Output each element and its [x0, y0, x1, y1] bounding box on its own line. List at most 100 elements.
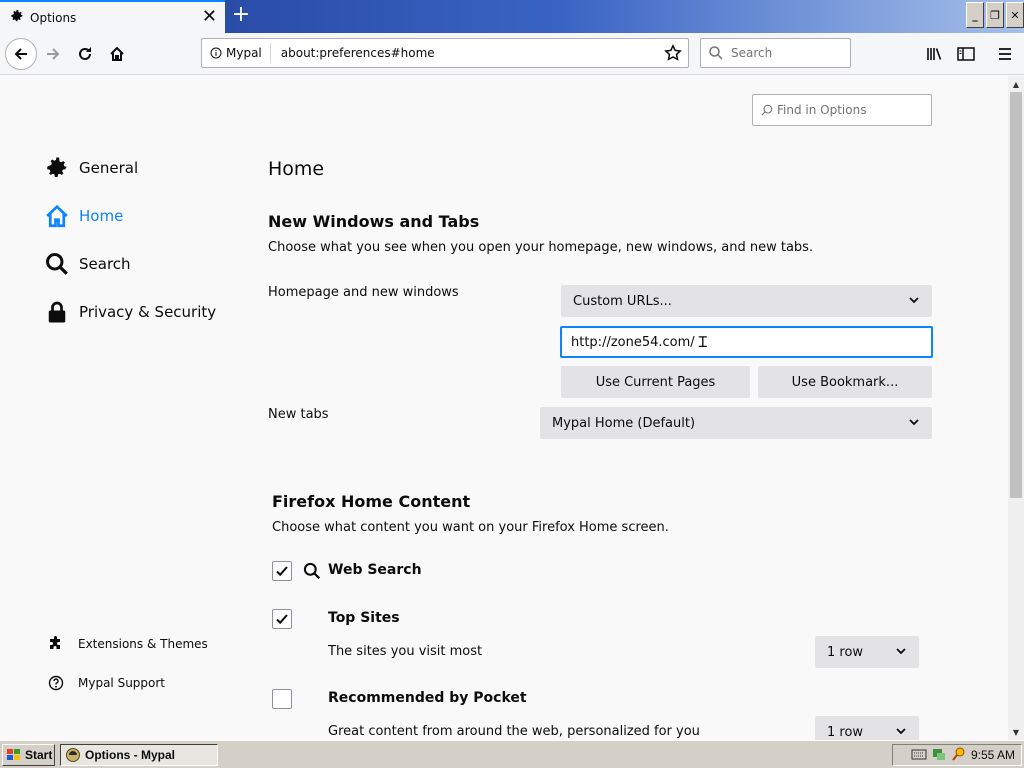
pocket-label: Recommended by Pocket	[328, 690, 527, 706]
help-icon	[48, 675, 64, 691]
category-label: General	[79, 159, 139, 177]
arrow-left-icon	[14, 48, 27, 60]
taskbar: Start Options - Mypal 9:55 AM	[0, 740, 1024, 768]
identity-label: Mypal	[226, 46, 262, 60]
search-icon	[303, 562, 321, 584]
search-icon	[761, 104, 773, 116]
new-tabs-label: New tabs	[268, 407, 329, 422]
extensions-themes-link[interactable]: Extensions & Themes	[48, 636, 208, 652]
category-general[interactable]: General	[45, 156, 138, 180]
site-identity[interactable]: Mypal	[202, 43, 271, 63]
rows-select-value: 1 row	[827, 724, 864, 740]
pocket-rows-select[interactable]: 1 row	[815, 716, 919, 740]
new-tabs-select-value: Mypal Home (Default)	[552, 415, 696, 431]
pocket-description: Great content from around the web, perso…	[328, 724, 700, 739]
start-button[interactable]: Start	[2, 744, 55, 766]
puzzle-icon	[50, 636, 60, 649]
library-icon[interactable]	[924, 43, 946, 65]
taskbar-item-label: Options - Mypal	[85, 748, 175, 762]
search-placeholder: Search	[731, 46, 773, 60]
close-window-button[interactable]: ✕	[1006, 2, 1024, 28]
search-icon	[46, 253, 68, 275]
category-search[interactable]: Search	[45, 252, 131, 276]
home-icon	[110, 46, 124, 61]
lock-icon	[48, 301, 66, 323]
browser-icon	[66, 748, 80, 762]
pocket-checkbox[interactable]	[272, 689, 292, 709]
url-text[interactable]: about:preferences#home	[271, 46, 435, 60]
homepage-url-value: http://zone54.com/	[571, 334, 695, 350]
homepage-select-value: Custom URLs...	[573, 293, 672, 309]
taskbar-item-options[interactable]: Options - Mypal	[60, 744, 218, 766]
page-title: Home	[268, 158, 325, 180]
start-label: Start	[25, 748, 53, 762]
chevron-down-icon	[909, 297, 919, 304]
homepage-url-input[interactable]: http://zone54.com/ Ɪ	[560, 326, 933, 358]
reload-button[interactable]	[70, 39, 100, 69]
clock[interactable]: 9:55 AM	[971, 748, 1015, 762]
forward-button[interactable]	[38, 39, 68, 69]
web-search-checkbox[interactable]	[272, 561, 292, 581]
category-label: Search	[79, 255, 131, 273]
gear-icon	[10, 9, 24, 27]
chevron-down-icon	[896, 648, 906, 655]
reload-icon	[79, 47, 91, 60]
search-icon	[709, 46, 723, 60]
text-cursor-icon: Ɪ	[698, 332, 708, 351]
tab-title: Options	[30, 10, 77, 25]
arrow-right-icon	[47, 48, 60, 60]
star-icon[interactable]	[664, 44, 682, 66]
vertical-scrollbar[interactable]: ▲ ▼	[1008, 76, 1024, 740]
minimize-button[interactable]: _	[966, 2, 984, 28]
new-tabs-select[interactable]: Mypal Home (Default)	[540, 407, 932, 439]
section-heading: Firefox Home Content	[272, 492, 471, 511]
use-bookmark-button[interactable]: Use Bookmark...	[758, 366, 932, 398]
category-privacy[interactable]: Privacy & Security	[45, 300, 216, 324]
support-link[interactable]: Mypal Support	[48, 675, 165, 691]
info-icon	[210, 47, 222, 59]
tab-strip: Options ✕ + _ ❐ ✕	[0, 0, 1024, 33]
home-button[interactable]	[102, 39, 132, 69]
category-home[interactable]: Home	[45, 204, 123, 228]
system-tray: 9:55 AM	[892, 744, 1022, 766]
network-icon[interactable]	[931, 746, 947, 765]
scroll-up-icon[interactable]: ▲	[1008, 76, 1024, 92]
checkmark-icon	[276, 614, 288, 625]
gear-icon	[47, 157, 67, 177]
chevron-down-icon	[896, 728, 906, 735]
category-label: Privacy & Security	[79, 303, 217, 321]
top-sites-checkbox[interactable]	[272, 609, 292, 629]
top-sites-label: Top Sites	[328, 610, 400, 626]
checkmark-icon	[276, 566, 288, 577]
chevron-down-icon	[909, 419, 919, 426]
preferences-page: Find in Options General Home Search Priv…	[0, 76, 1008, 740]
menu-icon[interactable]	[994, 43, 1016, 65]
scrollbar-thumb[interactable]	[1010, 92, 1022, 498]
home-icon	[46, 204, 68, 228]
sidebar-toggle-icon[interactable]	[955, 43, 977, 65]
window-controls: _ ❐ ✕	[966, 2, 1024, 28]
section-description: Choose what content you want on your Fir…	[272, 520, 669, 535]
tab-close-icon[interactable]: ✕	[202, 8, 217, 26]
search-input[interactable]: Search	[700, 38, 851, 68]
category-label: Home	[79, 207, 124, 225]
use-current-pages-button[interactable]: Use Current Pages	[561, 366, 750, 398]
section-description: Choose what you see when you open your h…	[268, 240, 814, 255]
magnifier-icon[interactable]	[951, 746, 967, 765]
top-sites-description: The sites you visit most	[328, 644, 483, 659]
navigation-toolbar: Mypal about:preferences#home Search	[0, 33, 1024, 75]
restore-button[interactable]: ❐	[986, 2, 1004, 28]
new-tab-button[interactable]: +	[228, 3, 254, 29]
homepage-select[interactable]: Custom URLs...	[561, 285, 932, 317]
back-button[interactable]	[5, 38, 37, 70]
homepage-label: Homepage and new windows	[268, 285, 459, 300]
web-search-label: Web Search	[328, 562, 422, 578]
scroll-down-icon[interactable]: ▼	[1008, 724, 1024, 740]
find-in-options-input[interactable]: Find in Options	[752, 94, 932, 126]
tab-options[interactable]: Options ✕	[0, 0, 225, 33]
top-sites-rows-select[interactable]: 1 row	[815, 636, 919, 668]
url-bar[interactable]: Mypal about:preferences#home	[201, 38, 689, 68]
keyboard-icon[interactable]	[911, 748, 927, 763]
find-placeholder: Find in Options	[777, 103, 867, 117]
extensions-label: Extensions & Themes	[78, 637, 208, 651]
